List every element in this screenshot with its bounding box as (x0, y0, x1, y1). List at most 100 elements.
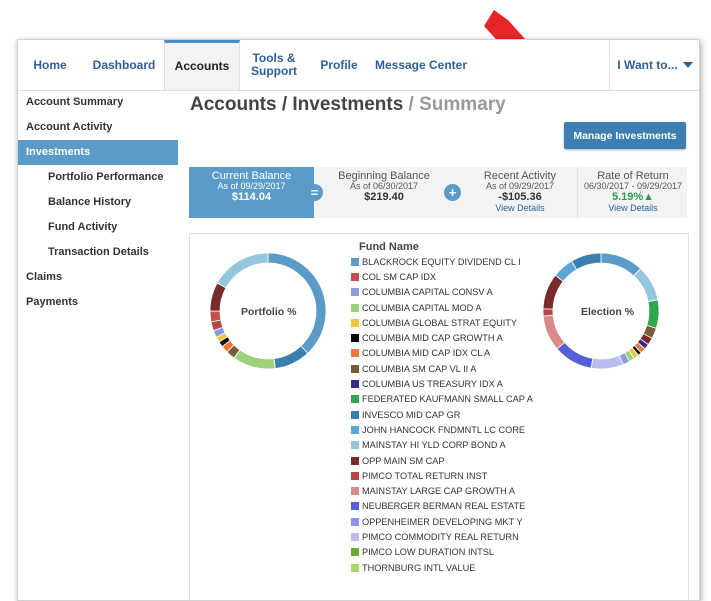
legend-swatch (351, 257, 359, 266)
sidebar: Account Summary Account Activity Investm… (18, 90, 178, 315)
legend-item: COLUMBIA US TREASURY IDX A (351, 376, 533, 391)
portfolio-segment[interactable] (209, 282, 227, 312)
election-segment[interactable] (590, 354, 624, 370)
recent-activity-view-details-link[interactable]: View Details (465, 203, 575, 213)
legend-fund-name: MAINSTAY LARGE CAP GROWTH A (362, 486, 515, 497)
election-segment[interactable] (556, 341, 594, 369)
chevron-down-icon (682, 62, 693, 68)
legend-item: COLUMBIA CAPITAL MOD A (351, 300, 533, 315)
legend-swatch (351, 425, 359, 434)
top-navigation: Home Dashboard Accounts Tools & Support … (18, 40, 699, 91)
sidebar-item-account-activity[interactable]: Account Activity (18, 115, 178, 140)
portfolio-segment[interactable] (233, 349, 276, 370)
sidebar-item-balance-history[interactable]: Balance History (18, 190, 178, 215)
legend-swatch (351, 334, 359, 343)
legend-item: COLUMBIA CAPITAL CONSV A (351, 285, 533, 300)
legend-fund-name: PIMCO TOTAL RETURN INST (362, 470, 488, 481)
rate-of-return-view-details-link[interactable]: View Details (578, 203, 688, 213)
sidebar-item-portfolio-performance[interactable]: Portfolio Performance (18, 165, 178, 190)
legend-fund-name: COLUMBIA MID CAP IDX CL A (362, 348, 491, 359)
nav-i-want-to-dropdown[interactable]: I Want to... (609, 40, 699, 90)
manage-investments-button[interactable]: Manage Investments (564, 122, 686, 149)
nav-dashboard[interactable]: Dashboard (84, 40, 164, 90)
legend-item: PIMCO LOW DURATION INTSL (351, 545, 533, 560)
portfolio-segment[interactable] (216, 252, 269, 289)
legend-fund-name: COLUMBIA CAPITAL MOD A (362, 302, 482, 313)
election-segment[interactable] (542, 274, 564, 310)
legend-fund-name: INVESCO MID CAP GR (362, 409, 461, 420)
portfolio-segment[interactable] (209, 310, 222, 323)
legend-item: COL SM CAP IDX (351, 269, 533, 284)
nav-accounts[interactable]: Accounts (164, 40, 240, 90)
legend-fund-name: THORNBURG INTL VALUE (362, 562, 476, 573)
legend-swatch (351, 517, 359, 526)
page-title-separator: / (403, 94, 420, 115)
page-title-main: Accounts / Investments (190, 94, 404, 115)
legend-item: COLUMBIA MID CAP IDX CL A (351, 346, 533, 361)
election-segment[interactable] (542, 314, 566, 350)
sidebar-item-payments[interactable]: Payments (18, 290, 178, 315)
legend-swatch (351, 349, 359, 358)
legend-swatch (351, 272, 359, 281)
election-segment[interactable] (633, 268, 659, 303)
legend-fund-name: COLUMBIA CAPITAL CONSV A (362, 287, 493, 298)
legend-item: PIMCO COMMODITY REAL RETURN (351, 529, 533, 544)
current-balance-box: Current Balance As of 09/29/2017 $114.04 (189, 167, 314, 218)
sidebar-item-fund-activity[interactable]: Fund Activity (18, 215, 178, 240)
fund-legend: BLACKROCK EQUITY DIVIDEND CL I COL SM CAP… (351, 254, 533, 575)
rate-of-return-asof: 06/30/2017 - 09/29/2017 (583, 181, 683, 191)
legend-swatch (351, 364, 359, 373)
election-segment[interactable] (571, 252, 602, 271)
legend-item: COLUMBIA SM CAP VL II A (351, 361, 533, 376)
sidebar-item-investments[interactable]: Investments (18, 140, 178, 165)
sidebar-item-account-summary[interactable]: Account Summary (18, 90, 178, 115)
beginning-balance-asof: As of 06/30/2017 (349, 181, 419, 191)
page-title-summary: Summary (419, 94, 506, 115)
legend-fund-name: BLACKROCK EQUITY DIVIDEND CL I (362, 256, 521, 267)
portfolio-segment[interactable] (267, 252, 327, 354)
equals-icon: = (306, 184, 323, 201)
nav-message-center[interactable]: Message Center (368, 40, 474, 90)
nav-profile[interactable]: Profile (310, 40, 368, 90)
sidebar-item-claims[interactable]: Claims (18, 265, 178, 290)
plus-icon: + (444, 184, 461, 201)
legend-fund-name: FEDERATED KAUFMANN SMALL CAP A (362, 394, 533, 405)
rate-of-return-value: 5.19%▲ (611, 191, 655, 203)
beginning-balance-value: $219.40 (364, 191, 404, 203)
election-segment[interactable] (542, 308, 554, 317)
recent-activity-box: Recent Activity As of 09/29/2017 -$105.3… (465, 167, 575, 218)
legend-fund-name: MAINSTAY HI YLD CORP BOND A (362, 440, 506, 451)
legend-swatch (351, 487, 359, 496)
legend-swatch (351, 563, 359, 572)
election-segment[interactable] (646, 299, 660, 329)
legend-fund-name: PIMCO COMMODITY REAL RETURN (362, 531, 519, 542)
portfolio-segment[interactable] (273, 345, 309, 369)
rate-of-return-box: Rate of Return 06/30/2017 - 09/29/2017 5… (577, 167, 688, 218)
legend-fund-name: COLUMBIA GLOBAL STRAT EQUITY (362, 317, 518, 328)
balance-summary-bar: Current Balance As of 09/29/2017 $114.04… (189, 167, 687, 218)
legend-item: THORNBURG INTL VALUE (351, 560, 533, 575)
sidebar-item-transaction-details[interactable]: Transaction Details (18, 240, 178, 265)
legend-fund-name: NEUBERGER BERMAN REAL ESTATE (362, 501, 526, 512)
legend-swatch (351, 380, 359, 389)
legend-fund-name: JOHN HANCOCK FNDMNTL LC CORE (362, 424, 526, 435)
legend-swatch (351, 532, 359, 541)
nav-home[interactable]: Home (18, 40, 82, 90)
app-window: Home Dashboard Accounts Tools & Support … (17, 39, 700, 601)
legend-item: OPPENHEIMER DEVELOPING MKT Y (351, 514, 533, 529)
legend-item: BLACKROCK EQUITY DIVIDEND CL I (351, 254, 533, 269)
legend-item: JOHN HANCOCK FNDMNTL LC CORE (351, 422, 533, 437)
current-balance-value: $114.04 (231, 191, 272, 203)
election-segment[interactable] (600, 252, 642, 277)
legend-item: COLUMBIA GLOBAL STRAT EQUITY (351, 315, 533, 330)
portfolio-percent-label: Portfolio % (241, 306, 297, 318)
current-balance-asof: As of 09/29/2017 (217, 181, 286, 191)
fund-name-legend-title: Fund Name (359, 241, 419, 253)
legend-item: MAINSTAY LARGE CAP GROWTH A (351, 483, 533, 498)
nav-tools-support[interactable]: Tools & Support (238, 40, 310, 90)
legend-swatch (351, 410, 359, 419)
legend-item: NEUBERGER BERMAN REAL ESTATE (351, 499, 533, 514)
i-want-to-label: I Want to... (617, 57, 678, 72)
legend-item: FEDERATED KAUFMANN SMALL CAP A (351, 392, 533, 407)
legend-fund-name: COL SM CAP IDX (362, 271, 437, 282)
